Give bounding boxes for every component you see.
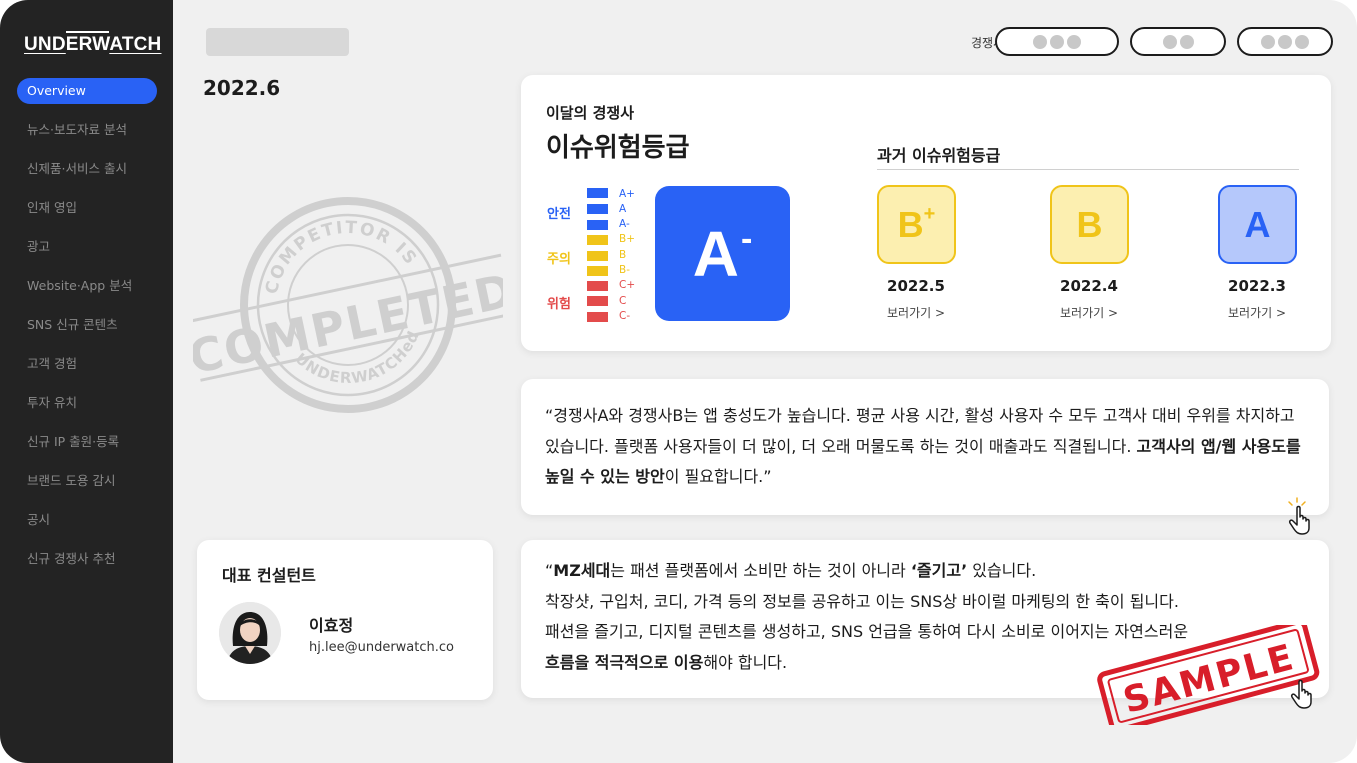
insight-card-2: “MZ세대는 패션 플랫폼에서 소비만 하는 것이 아니라 ‘즐기고’ 있습니다… [521, 540, 1329, 698]
legend-bar-c-plus [587, 281, 608, 291]
risk-title: 이슈위험등급 [546, 133, 690, 163]
consultant-title: 대표 컨설턴트 [222, 566, 316, 585]
legend-caution-label: 주의 [547, 252, 571, 267]
page-date: 2022.6 [203, 76, 281, 100]
past-grade-badge-1: B + [877, 185, 956, 264]
sidebar-item-disclosure[interactable]: 공시 [17, 507, 157, 533]
logo[interactable]: UNDERWATCH [24, 31, 161, 56]
insight-line: 흐름을 적극적으로 이용해야 합니다. [545, 652, 788, 672]
legend-grade-b: B [619, 249, 627, 261]
pointer-hand-icon [1288, 497, 1310, 535]
dot [1295, 34, 1309, 49]
past-grade-link-2[interactable]: 보러가기 > [1034, 304, 1144, 321]
competitor-button-2[interactable] [1130, 27, 1226, 56]
current-grade-badge: A- [655, 186, 790, 321]
sidebar-item-investment[interactable]: 투자 유치 [17, 390, 157, 416]
legend-bar-b-minus [587, 266, 608, 276]
legend-bar-a-plus [587, 188, 608, 198]
stamp-bottom-text: UNDERWATCHed [289, 325, 430, 400]
legend-grade-b-plus: B+ [619, 233, 636, 245]
past-grade-link-3[interactable]: 보러가기 > [1202, 304, 1312, 321]
legend-bar-c-minus [587, 312, 608, 322]
sidebar: UNDERWATCH Overview 뉴스·보도자료 분석 신제품·서비스 출… [0, 0, 173, 763]
legend-bar-a-minus [587, 220, 608, 230]
past-grade-letter: A [1244, 203, 1271, 245]
legend-grade-c-plus: C+ [619, 279, 636, 291]
sidebar-item-sns[interactable]: SNS 신규 콘텐츠 [17, 312, 157, 338]
sidebar-item-new-competitor[interactable]: 신규 경쟁사 추천 [17, 546, 157, 572]
legend-bar-b [587, 251, 608, 261]
legend-grade-a: A [619, 203, 627, 215]
past-grade-date-2: 2022.4 [1060, 277, 1118, 295]
past-grade-letter: B [897, 203, 924, 245]
legend-grade-c: C [619, 295, 627, 307]
avatar-icon [219, 602, 281, 664]
past-grade-date-1: 2022.5 [887, 277, 945, 295]
insight-line: 착장샷, 구입처, 코디, 가격 등의 정보를 공유하고 이는 SNS상 바이럴… [545, 591, 1179, 611]
past-grade-badge-3: A [1218, 185, 1297, 264]
risk-subtitle: 이달의 경쟁사 [546, 104, 635, 122]
insight-line: 패션을 즐기고, 디지털 콘텐츠를 생성하고, SNS 언급을 통하여 다시 소… [545, 622, 1189, 641]
sidebar-nav: Overview 뉴스·보도자료 분석 신제품·서비스 출시 인재 영입 광고 … [17, 78, 157, 585]
dot [1278, 34, 1292, 49]
insight-text-2: “MZ세대는 패션 플랫폼에서 소비만 하는 것이 아니라 ‘즐기고’ 있습니다… [545, 556, 1309, 678]
divider [877, 169, 1299, 170]
insight-line: “MZ세대는 패션 플랫폼에서 소비만 하는 것이 아니라 ‘즐기고’ 있습니다… [545, 561, 1037, 580]
legend-grade-b-minus: B- [619, 264, 630, 276]
sidebar-item-new-products[interactable]: 신제품·서비스 출시 [17, 156, 157, 182]
legend-grade-a-plus: A+ [619, 188, 635, 200]
legend-grade-c-minus: C- [619, 310, 631, 322]
dot [1162, 34, 1177, 49]
sidebar-item-ads[interactable]: 광고 [17, 234, 157, 260]
legend-danger-label: 위험 [547, 297, 571, 312]
past-grade-sign: + [923, 203, 936, 225]
sidebar-item-cx[interactable]: 고객 경험 [17, 351, 157, 377]
sidebar-item-web-app[interactable]: Website·App 분석 [17, 273, 157, 299]
past-grade-letter: B [1076, 203, 1103, 245]
legend-bar-a [587, 204, 608, 214]
current-grade-sign: - [740, 220, 753, 258]
title-placeholder [206, 28, 349, 56]
dot [1050, 34, 1064, 49]
avatar [219, 602, 281, 664]
past-grade-link-1[interactable]: 보러가기 > [861, 304, 971, 321]
sidebar-item-brand[interactable]: 브랜드 도용 감시 [17, 468, 157, 494]
dot [1261, 34, 1275, 49]
consultant-email[interactable]: hj.lee@underwatch.co [309, 640, 454, 655]
completed-stamp: COMPETITOR IS COMPLETED UNDERWATCHed [193, 197, 503, 413]
legend-bar-b-plus [587, 235, 608, 245]
dot [1033, 34, 1047, 49]
sidebar-item-ip[interactable]: 신규 IP 출원·등록 [17, 429, 157, 455]
stamp-top-text: COMPETITOR IS [250, 203, 423, 300]
legend-grade-a-minus: A- [619, 218, 630, 230]
dot [1179, 34, 1194, 49]
insight-text-1: “경쟁사A와 경쟁사B는 앱 충성도가 높습니다. 평균 사용 시간, 활성 사… [545, 406, 1301, 486]
insight-card-1: “경쟁사A와 경쟁사B는 앱 충성도가 높습니다. 평균 사용 시간, 활성 사… [521, 379, 1329, 515]
risk-grade-card: 이달의 경쟁사 이슈위험등급 안전 주의 위험 A+ A A- B+ B B- … [521, 75, 1331, 351]
past-grade-badge-2: B [1050, 185, 1129, 264]
competitor-button-1[interactable] [995, 27, 1119, 56]
sidebar-item-news[interactable]: 뉴스·보도자료 분석 [17, 117, 157, 143]
current-grade-letter: A [692, 217, 739, 290]
past-grade-title: 과거 이슈위험등급 [877, 146, 1001, 165]
stamp-middle-text: COMPLETED [193, 263, 503, 385]
dot [1067, 34, 1081, 49]
pointer-hand-icon [1291, 679, 1312, 709]
legend-safe-label: 안전 [547, 207, 571, 222]
consultant-name: 이효정 [309, 616, 354, 635]
past-grade-date-3: 2022.3 [1228, 277, 1286, 295]
consultant-card: 대표 컨설턴트 이효정 hj.lee@underwatch.co [197, 540, 493, 700]
competitor-button-3[interactable] [1237, 27, 1333, 56]
sidebar-item-overview[interactable]: Overview [17, 78, 157, 104]
legend-bar-c [587, 296, 608, 306]
sidebar-item-talent[interactable]: 인재 영입 [17, 195, 157, 221]
app-frame: UNDERWATCH Overview 뉴스·보도자료 분석 신제품·서비스 출… [0, 0, 1357, 763]
